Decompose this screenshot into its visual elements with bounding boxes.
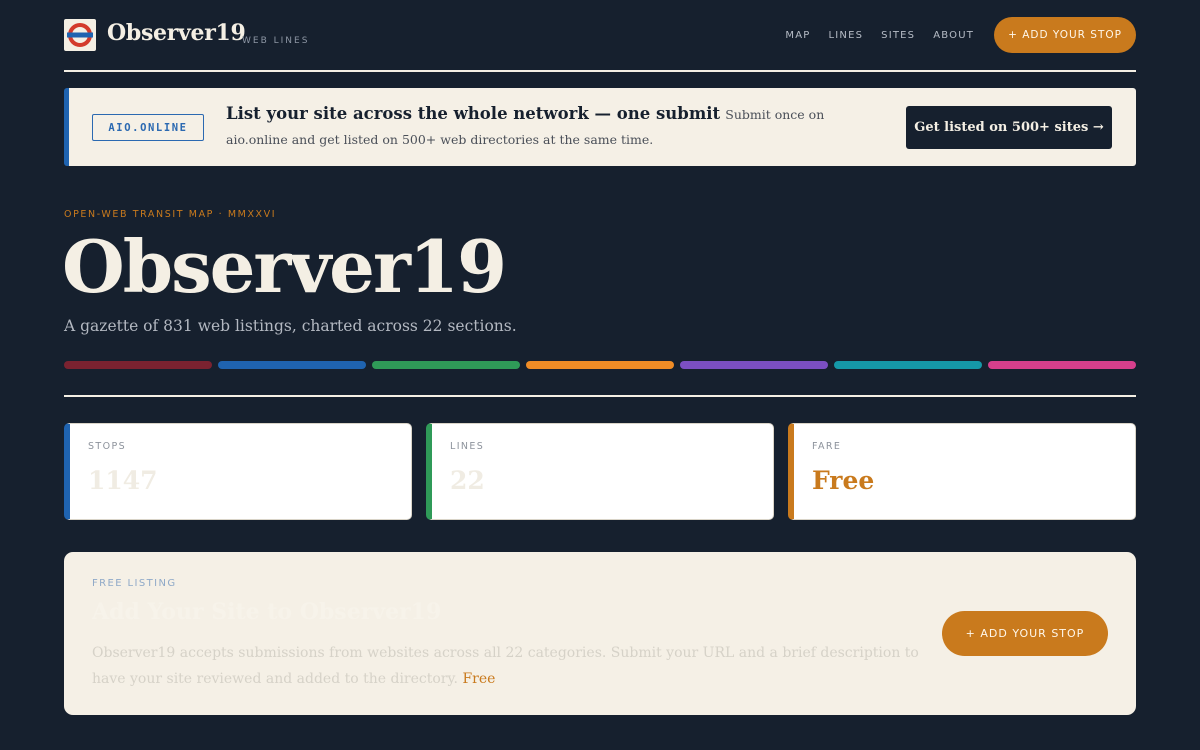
stat-card-lines: LINES 22 xyxy=(426,423,774,520)
nav-lines[interactable]: LINES xyxy=(828,30,863,41)
stat-value: 22 xyxy=(450,466,485,495)
stat-label: FARE xyxy=(812,441,842,452)
nav-about[interactable]: ABOUT xyxy=(933,30,974,41)
brand-name[interactable]: Observer19 xyxy=(107,20,246,46)
free-label: Free xyxy=(462,671,496,687)
listing-description-text: Observer19 accepts submissions from webs… xyxy=(92,645,919,687)
hero-divider xyxy=(64,395,1136,397)
get-listed-button[interactable]: Get listed on 500+ sites → xyxy=(906,106,1112,149)
add-stop-button-secondary[interactable]: + ADD YOUR STOP xyxy=(942,611,1108,656)
hero-eyebrow: OPEN-WEB TRANSIT MAP · MMXXVI xyxy=(64,209,277,220)
brand-tagline: WEB LINES xyxy=(242,36,310,46)
transit-lines-strip xyxy=(64,361,1136,369)
listing-title: Add Your Site to Observer19 xyxy=(92,599,442,625)
line-segment xyxy=(526,361,674,369)
nav-sites[interactable]: SITES xyxy=(881,30,915,41)
banner-title: List your site across the whole network … xyxy=(226,104,721,123)
roundel-icon[interactable] xyxy=(64,19,96,51)
promo-banner: AIO.ONLINE List your site across the who… xyxy=(64,88,1136,166)
stat-label: STOPS xyxy=(88,441,127,452)
listing-description: Observer19 accepts submissions from webs… xyxy=(92,640,932,692)
stat-card-stops: STOPS 1147 xyxy=(64,423,412,520)
listing-eyebrow: FREE LISTING xyxy=(92,578,177,589)
line-segment xyxy=(680,361,828,369)
main-nav: MAP LINES SITES ABOUT + ADD YOUR STOP xyxy=(785,16,1136,54)
hero-subtitle: A gazette of 831 web listings, charted a… xyxy=(64,317,517,335)
line-segment xyxy=(372,361,520,369)
header-divider xyxy=(64,70,1136,72)
stat-card-fare: FARE Free xyxy=(788,423,1136,520)
line-segment xyxy=(834,361,982,369)
line-segment xyxy=(64,361,212,369)
aio-tag: AIO.ONLINE xyxy=(92,114,204,141)
stat-value: 1147 xyxy=(88,466,158,495)
stat-label: LINES xyxy=(450,441,485,452)
free-listing-card: FREE LISTING Add Your Site to Observer19… xyxy=(64,552,1136,715)
stat-value: Free xyxy=(812,466,875,495)
line-segment xyxy=(218,361,366,369)
banner-text: List your site across the whole network … xyxy=(226,102,866,152)
add-stop-button[interactable]: + ADD YOUR STOP xyxy=(994,17,1136,53)
site-header: Observer19 WEB LINES MAP LINES SITES ABO… xyxy=(64,16,1136,54)
hero-title: Observer19 xyxy=(62,224,507,309)
nav-map[interactable]: MAP xyxy=(785,30,810,41)
line-segment xyxy=(988,361,1136,369)
